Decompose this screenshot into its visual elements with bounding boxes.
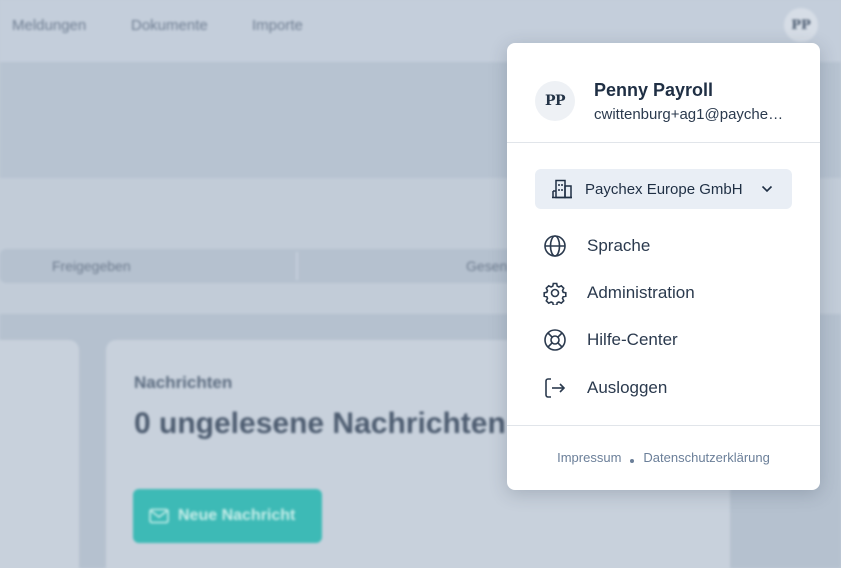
chevron-down-icon (761, 185, 772, 193)
menu-divider-bottom (507, 425, 820, 426)
globe-icon (544, 235, 566, 257)
menu-item-label: Sprache (587, 236, 651, 255)
lifebuoy-icon (544, 329, 566, 351)
menu-footer: Impressum Datenschutzerklärung (507, 450, 820, 465)
profile-email: cwittenburg+ag1@payche… (594, 106, 784, 123)
privacy-link[interactable]: Datenschutzerklärung (643, 450, 769, 465)
segment-freigegeben[interactable]: Freigegeben (52, 258, 131, 274)
menu-divider-top (507, 142, 820, 143)
nav-item-importe[interactable]: Importe (252, 17, 303, 34)
user-menu-popup: PP Penny Payroll cwittenburg+ag1@payche…… (507, 43, 820, 490)
menu-item-label: Hilfe-Center (587, 330, 678, 349)
user-avatar-button[interactable]: PP (784, 8, 818, 42)
menu-item-sprache[interactable]: Sprache (543, 232, 650, 260)
new-message-button[interactable]: Neue Nachricht (133, 489, 322, 543)
segment-divider (296, 252, 298, 280)
profile-avatar: PP (535, 81, 575, 121)
menu-item-label: Administration (587, 283, 695, 302)
building-icon (552, 179, 572, 199)
menu-item-label: Ausloggen (587, 378, 668, 397)
messages-card-kicker: Nachrichten (134, 373, 233, 392)
company-name: Paychex Europe GmbH (585, 180, 743, 198)
menu-item-ausloggen[interactable]: Ausloggen (543, 374, 667, 402)
messages-card-title: 0 ungelesene Nachrichten (134, 407, 506, 440)
nav-item-dokumente[interactable]: Dokumente (131, 17, 208, 34)
footer-separator (630, 458, 635, 463)
menu-item-administration[interactable]: Administration (543, 279, 695, 307)
company-selector[interactable]: Paychex Europe GmbH (535, 169, 792, 209)
profile-name: Penny Payroll (594, 80, 714, 100)
menu-item-hilfe-center[interactable]: Hilfe-Center (543, 326, 678, 354)
dashboard-card-left (0, 340, 79, 568)
impressum-link[interactable]: Impressum (557, 450, 621, 465)
mail-icon (149, 508, 169, 524)
gear-icon (543, 282, 567, 305)
nav-item-meldungen[interactable]: Meldungen (12, 17, 86, 34)
segment-gesendet[interactable]: Gesen (466, 258, 507, 274)
new-message-label: Neue Nachricht (178, 507, 296, 524)
logout-icon (545, 378, 566, 398)
